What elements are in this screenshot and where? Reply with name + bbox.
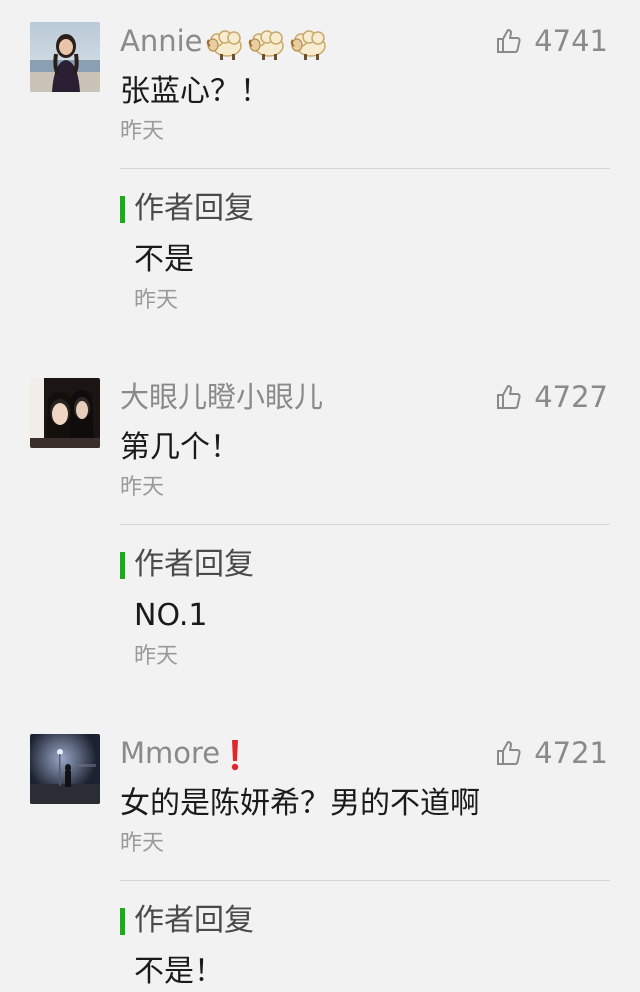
reply-content: 不是！	[134, 954, 224, 989]
author-reply-label: 作者回复	[120, 189, 254, 229]
comment-time: 昨天	[120, 119, 165, 144]
reply-content: NO.1	[134, 598, 208, 633]
comment-nickname: Annie	[120, 21, 329, 63]
reply-accent-bar	[120, 195, 125, 223]
reply-time: 昨天	[134, 288, 179, 313]
divider	[120, 880, 610, 881]
comment-nickname: 大眼儿瞪小眼儿	[120, 377, 323, 417]
avatar[interactable]	[30, 734, 100, 804]
reply-accent-bar	[120, 907, 125, 935]
comment-time: 昨天	[120, 831, 165, 856]
comment-nickname: Mmore	[120, 733, 242, 773]
reply-label-text: 作者回复	[134, 903, 254, 938]
divider	[120, 524, 610, 525]
comment-content: 第几个！	[120, 430, 240, 465]
comment-time: 昨天	[120, 475, 165, 500]
comment-content: 女的是陈妍希？男的不道啊	[120, 786, 480, 821]
comment-content: 张蓝心？！	[120, 74, 270, 109]
nickname-text: 大眼儿瞪小眼儿	[120, 380, 324, 414]
thumbs-up-icon	[497, 29, 521, 53]
avatar[interactable]	[30, 22, 100, 92]
nickname-badges	[203, 23, 329, 63]
like-count: 4741	[534, 24, 608, 58]
reply-content: 不是	[134, 242, 194, 277]
author-reply-label: 作者回复	[120, 901, 254, 941]
reply-label-text: 作者回复	[134, 547, 254, 582]
thumbs-up-icon	[497, 385, 521, 409]
avatar[interactable]	[30, 378, 100, 448]
author-reply-label: 作者回复	[120, 545, 254, 585]
nickname-text: Mmore	[120, 736, 221, 770]
reply-time: 昨天	[134, 644, 179, 669]
like-button[interactable]: 4727	[496, 377, 608, 417]
red-exclamation-icon	[231, 740, 239, 771]
like-count: 4721	[534, 736, 608, 770]
reply-label-text: 作者回复	[134, 191, 254, 226]
sheep-icon	[248, 30, 284, 60]
like-button[interactable]: 4721	[496, 733, 608, 773]
sheep-icon	[290, 30, 326, 60]
thumbs-up-icon	[497, 741, 521, 765]
reply-accent-bar	[120, 551, 125, 579]
nickname-text: Annie	[120, 24, 203, 58]
like-button[interactable]: 4741	[496, 21, 608, 61]
divider	[120, 168, 610, 169]
like-count: 4727	[534, 380, 608, 414]
sheep-icon	[206, 30, 242, 60]
